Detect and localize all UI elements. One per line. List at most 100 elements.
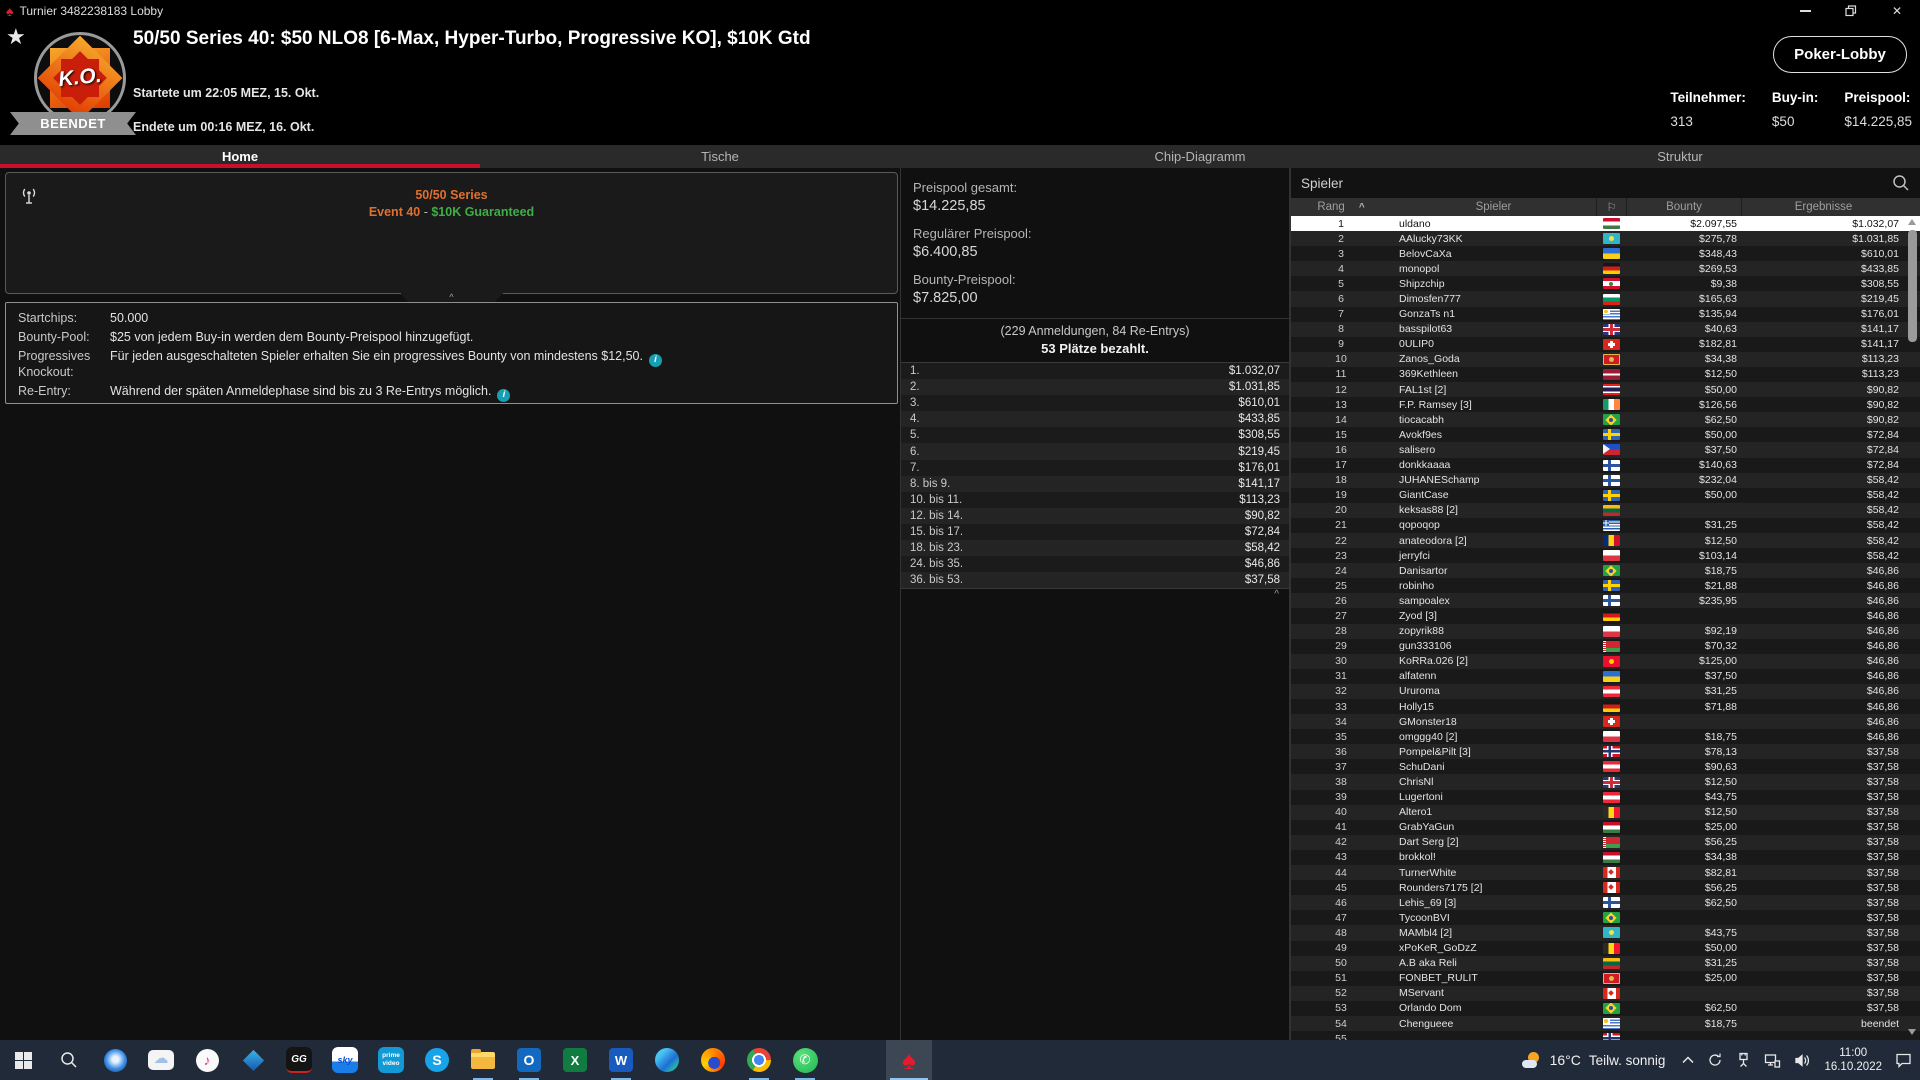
player-row[interactable]: 18 JUHANESchamp $232,04 $58,42 bbox=[1291, 472, 1920, 488]
player-row[interactable]: 22 anateodora [2] $12,50 $58,42 bbox=[1291, 532, 1920, 549]
player-row[interactable]: 19 GiantCase $50,00 $58,42 bbox=[1291, 487, 1920, 503]
tray-usb-icon[interactable] bbox=[1736, 1052, 1751, 1068]
player-row[interactable]: 54 Chengueee $18,75 beendet bbox=[1291, 1015, 1920, 1032]
player-row[interactable]: 7 GonzaTs n1 $135,94 $176,01 bbox=[1291, 306, 1920, 322]
column-header-spieler[interactable]: Spieler bbox=[1391, 198, 1596, 216]
search-icon[interactable] bbox=[1892, 174, 1910, 192]
tab-home[interactable]: Home bbox=[0, 145, 480, 168]
player-row[interactable]: 37 SchuDani $90,63 $37,58 bbox=[1291, 759, 1920, 775]
player-row[interactable]: 33 Holly15 $71,88 $46,86 bbox=[1291, 699, 1920, 715]
word-taskbar-icon[interactable]: W bbox=[598, 1040, 644, 1080]
tab-struktur[interactable]: Struktur bbox=[1440, 145, 1920, 168]
player-row[interactable]: 15 Avokf9es $50,00 $72,84 bbox=[1291, 427, 1920, 443]
tray-chevron-up-icon[interactable] bbox=[1682, 1056, 1694, 1064]
player-row[interactable]: 21 qopoqop $31,25 $58,42 bbox=[1291, 517, 1920, 533]
player-row[interactable]: 20 keksas88 [2] $58,42 bbox=[1291, 502, 1920, 518]
firefox-taskbar-icon[interactable] bbox=[690, 1040, 736, 1080]
player-row[interactable]: 53 Orlando Dom $62,50 $37,58 bbox=[1291, 1000, 1920, 1016]
player-row[interactable]: 8 basspilot63 $40,63 $141,17 bbox=[1291, 321, 1920, 337]
player-row[interactable]: 51 FONBET_RULIT $25,00 $37,58 bbox=[1291, 970, 1920, 986]
player-row[interactable]: 34 GMonster18 $46,86 bbox=[1291, 714, 1920, 730]
edge-taskbar-icon[interactable] bbox=[644, 1040, 690, 1080]
column-header-flag[interactable]: ⚐ bbox=[1596, 198, 1626, 216]
player-row[interactable]: 2 AAlucky73KK $275,78 $1.031,85 bbox=[1291, 231, 1920, 247]
tab-chip-diagramm[interactable]: Chip-Diagramm bbox=[960, 145, 1440, 168]
player-row[interactable]: 50 A.B aka Reli $31,25 $37,58 bbox=[1291, 955, 1920, 971]
player-row[interactable]: 39 Lugertoni $43,75 $37,58 bbox=[1291, 789, 1920, 805]
scroll-down-arrow[interactable] bbox=[1908, 1029, 1916, 1035]
player-row[interactable]: 32 Ururoma $31,25 $46,86 bbox=[1291, 683, 1920, 699]
prime-taskbar-icon[interactable]: prime video bbox=[368, 1040, 414, 1080]
column-header-rang[interactable]: Rang ^ bbox=[1291, 198, 1391, 216]
player-row[interactable]: 16 salisero $37,50 $72,84 bbox=[1291, 442, 1920, 458]
player-row[interactable]: 25 robinho $21,88 $46,86 bbox=[1291, 578, 1920, 594]
player-row[interactable]: 40 Altero1 $12,50 $37,58 bbox=[1291, 804, 1920, 820]
scroll-up-arrow[interactable] bbox=[1908, 219, 1916, 225]
player-row[interactable]: 9 0ULIP0 $182,81 $141,17 bbox=[1291, 336, 1920, 352]
scrollbar-thumb[interactable] bbox=[1908, 230, 1917, 342]
tray-network-icon[interactable] bbox=[1764, 1053, 1781, 1068]
player-row[interactable]: 49 xPoKeR_GoDzZ $50,00 $37,58 bbox=[1291, 940, 1920, 956]
player-row[interactable]: 3 BelovCaXa $348,43 $610,01 bbox=[1291, 246, 1920, 262]
player-row[interactable]: 52 MServant $37,58 bbox=[1291, 985, 1920, 1001]
player-search-field[interactable]: Spieler bbox=[1291, 168, 1920, 198]
player-row[interactable]: 45 Rounders7175 [2] $56,25 $37,58 bbox=[1291, 880, 1920, 896]
player-row[interactable]: 23 jerryfci $103,14 $58,42 bbox=[1291, 548, 1920, 564]
tab-tische[interactable]: Tische bbox=[480, 145, 960, 168]
ggpoker-taskbar-icon[interactable]: GG bbox=[276, 1040, 322, 1080]
player-row[interactable]: 38 ChrisNl $12,50 $37,58 bbox=[1291, 774, 1920, 790]
pokerstars-taskbar-icon[interactable]: ♠ bbox=[886, 1040, 932, 1080]
player-row[interactable]: 41 GrabYaGun $25,00 $37,58 bbox=[1291, 819, 1920, 835]
player-row[interactable]: 26 sampoalex $235,95 $46,86 bbox=[1291, 593, 1920, 609]
tray-volume-icon[interactable] bbox=[1794, 1053, 1811, 1068]
player-row[interactable]: 30 KoRRa.026 [2] $125,00 $46,86 bbox=[1291, 653, 1920, 669]
column-header-ergebnisse[interactable]: Ergebnisse bbox=[1741, 198, 1905, 216]
player-row[interactable]: 24 Danisartor $18,75 $46,86 bbox=[1291, 563, 1920, 579]
start-taskbar-icon[interactable] bbox=[0, 1040, 46, 1080]
weather-widget[interactable]: 16°C Teilw. sonnig bbox=[1521, 1052, 1665, 1068]
sky-taskbar-icon[interactable]: sky bbox=[322, 1040, 368, 1080]
poker-lobby-button[interactable]: Poker-Lobby bbox=[1773, 36, 1907, 73]
player-row[interactable]: 36 Pompel&Pilt [3] $78,13 $37,58 bbox=[1291, 744, 1920, 760]
whatsapp-taskbar-icon[interactable]: ✆ bbox=[782, 1040, 828, 1080]
search-taskbar-icon[interactable] bbox=[46, 1040, 92, 1080]
restore-button[interactable] bbox=[1828, 0, 1874, 22]
player-row[interactable]: 46 Lehis_69 [3] $62,50 $37,58 bbox=[1291, 895, 1920, 911]
players-scrollbar[interactable] bbox=[1906, 216, 1919, 1038]
signal-taskbar-icon[interactable] bbox=[92, 1040, 138, 1080]
player-row[interactable]: 6 Dimosfen777 $165,63 $219,45 bbox=[1291, 291, 1920, 307]
player-row[interactable]: 48 MAMbl4 [2] $43,75 $37,58 bbox=[1291, 925, 1920, 941]
player-row[interactable]: 43 brokkol! $34,38 $37,58 bbox=[1291, 849, 1920, 866]
player-row[interactable]: 35 omggg40 [2] $18,75 $46,86 bbox=[1291, 729, 1920, 745]
player-row[interactable]: 17 donkkaaaa $140,63 $72,84 bbox=[1291, 457, 1920, 473]
player-row[interactable]: 47 TycoonBVI $37,58 bbox=[1291, 910, 1920, 926]
player-row[interactable]: 11 369Kethleen $12,50 $113,23 bbox=[1291, 366, 1920, 383]
player-row[interactable]: 13 F.P. Ramsey [3] $126,56 $90,82 bbox=[1291, 397, 1920, 413]
player-row[interactable]: 10 Zanos_Goda $34,38 $113,23 bbox=[1291, 351, 1920, 367]
icloud-taskbar-icon[interactable]: ☁ bbox=[138, 1040, 184, 1080]
info-icon[interactable]: i bbox=[497, 388, 511, 402]
itunes-taskbar-icon[interactable]: ♪ bbox=[184, 1040, 230, 1080]
column-header-bounty[interactable]: Bounty bbox=[1626, 198, 1741, 216]
collapse-prizes-button[interactable]: ^ bbox=[901, 589, 1289, 601]
player-row[interactable]: 31 alfatenn $37,50 $46,86 bbox=[1291, 668, 1920, 684]
explorer-taskbar-icon[interactable] bbox=[460, 1040, 506, 1080]
player-row[interactable]: 44 TurnerWhite $82,81 $37,58 bbox=[1291, 865, 1920, 881]
player-row[interactable]: 42 Dart Serg [2] $56,25 $37,58 bbox=[1291, 834, 1920, 850]
taskbar-clock[interactable]: 11:00 16.10.2022 bbox=[1824, 1046, 1882, 1074]
player-row[interactable]: 14 tiocacabh $62,50 $90,82 bbox=[1291, 412, 1920, 428]
photos-taskbar-icon[interactable] bbox=[230, 1040, 276, 1080]
player-row[interactable]: 4 monopol $269,53 $433,85 bbox=[1291, 261, 1920, 277]
player-row[interactable]: 28 zopyrik88 $92,19 $46,86 bbox=[1291, 623, 1920, 639]
minimize-button[interactable] bbox=[1782, 0, 1828, 22]
player-row[interactable]: 29 gun333106 $70,32 $46,86 bbox=[1291, 638, 1920, 654]
skype-taskbar-icon[interactable]: S bbox=[414, 1040, 460, 1080]
player-row[interactable]: 55 bbox=[1291, 1031, 1920, 1040]
close-button[interactable]: ✕ bbox=[1874, 0, 1920, 22]
player-row[interactable]: 5 Shipzchip $9,38 $308,55 bbox=[1291, 276, 1920, 292]
excel-taskbar-icon[interactable]: X bbox=[552, 1040, 598, 1080]
player-row[interactable]: 27 Zyod [3] $46,86 bbox=[1291, 608, 1920, 624]
favorite-star-icon[interactable]: ★ bbox=[6, 24, 26, 50]
outlook-taskbar-icon[interactable]: O bbox=[506, 1040, 552, 1080]
tray-sync-icon[interactable] bbox=[1707, 1052, 1723, 1068]
